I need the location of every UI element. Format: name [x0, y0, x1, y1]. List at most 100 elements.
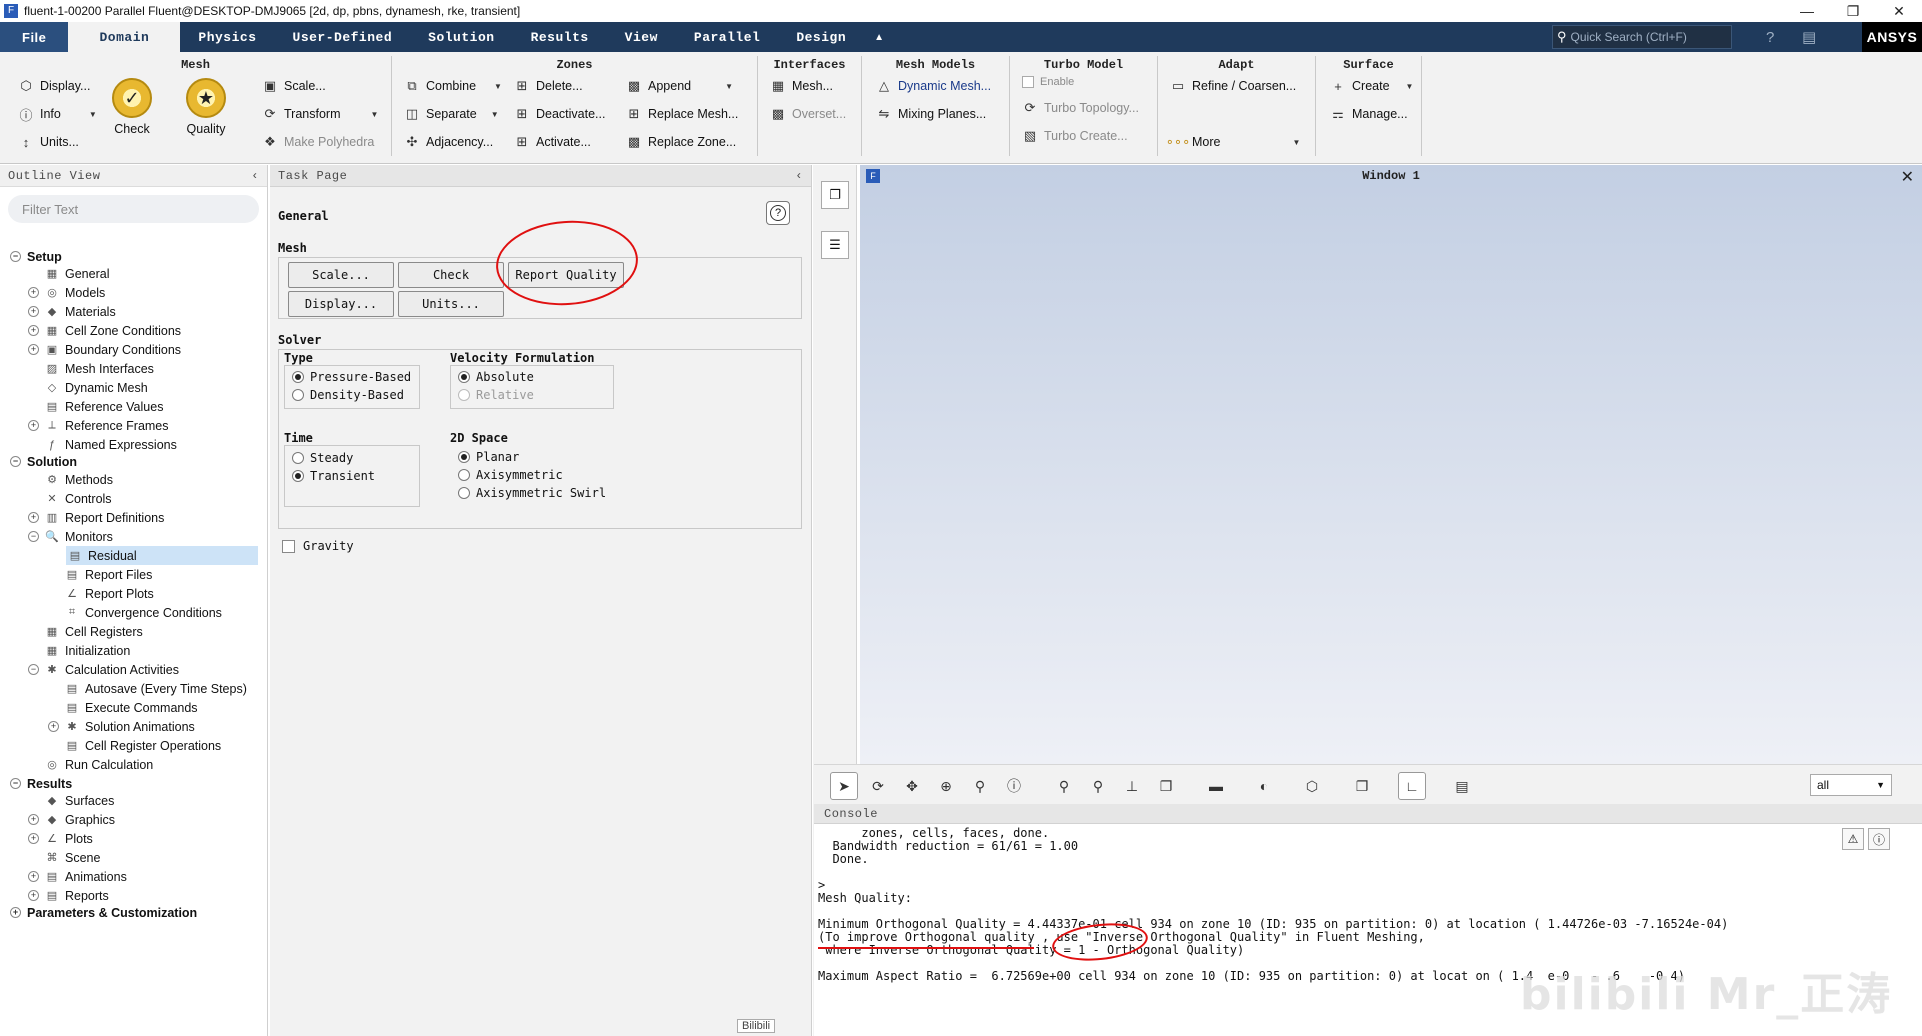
panel-toggle-icon[interactable]: ☰: [821, 231, 849, 259]
steady-radio[interactable]: Steady: [292, 451, 353, 465]
notes-icon[interactable]: ▤: [1448, 772, 1476, 800]
interfaces-overset-button[interactable]: ▩ Overset...: [770, 106, 846, 122]
menu-physics[interactable]: Physics: [180, 22, 274, 52]
light-icon[interactable]: ◐: [1250, 772, 1278, 800]
expand-icon[interactable]: +: [28, 306, 39, 317]
tree-item-animations[interactable]: + ▤ Animations: [0, 867, 127, 886]
tree-item-boundary-conditions[interactable]: + ▣ Boundary Conditions: [0, 340, 181, 359]
expand-icon[interactable]: +: [28, 325, 39, 336]
zones-deactivate-button[interactable]: ⊞ Deactivate...: [514, 106, 606, 122]
mesh-transform-button[interactable]: ⟳ Transform ▼: [262, 106, 379, 122]
tree-item-general[interactable]: ▦ General: [0, 264, 110, 283]
tree-item-cell-register-operations[interactable]: ▤ Cell Register Operations: [0, 736, 221, 755]
collapse-icon[interactable]: −: [10, 456, 21, 467]
tree-item-cell-registers[interactable]: ▦ Cell Registers: [0, 622, 143, 641]
units-button[interactable]: Units...: [398, 291, 504, 317]
refine-coarsen-button[interactable]: ▭ Refine / Coarsen...: [1170, 78, 1296, 94]
filter-text-input[interactable]: Filter Text: [8, 195, 259, 223]
tree-item-initialization[interactable]: ▦ Initialization: [0, 641, 131, 660]
menu-domain[interactable]: Domain: [68, 22, 181, 52]
dynamic-mesh-button[interactable]: △ Dynamic Mesh...: [876, 78, 991, 94]
mesh-units-button[interactable]: ↕ Units...: [18, 134, 79, 150]
tree-item-graphics[interactable]: + ◆ Graphics: [0, 810, 115, 829]
plot-axes-icon[interactable]: ∟: [1398, 772, 1426, 800]
tree-item-autosave-every-time-steps[interactable]: ▤ Autosave (Every Time Steps): [0, 679, 247, 698]
tree-item-report-plots[interactable]: ∠ Report Plots: [0, 584, 154, 603]
tree-item-report-files[interactable]: ▤ Report Files: [0, 565, 153, 584]
zones-separate-button[interactable]: ◫ Separate ▼: [404, 106, 499, 122]
help-button[interactable]: ?: [766, 201, 790, 225]
graphics-window[interactable]: F Window 1 ✕: [860, 165, 1922, 765]
menu-user-defined[interactable]: User-Defined: [275, 22, 411, 52]
tree-item-methods[interactable]: ⚙ Methods: [0, 470, 113, 489]
tree-item-parameters-customization[interactable]: + Parameters & Customization: [0, 903, 197, 922]
collapse-icon[interactable]: −: [10, 778, 21, 789]
expand-icon[interactable]: +: [28, 814, 39, 825]
zoom-to-selection-icon[interactable]: ⚲: [1084, 772, 1112, 800]
collapse-icon[interactable]: −: [28, 531, 39, 542]
mesh-display-button[interactable]: ⬡ Display...: [18, 78, 90, 94]
clipping-icon[interactable]: ▬: [1202, 772, 1230, 800]
zones-replace-mesh-button[interactable]: ⊞ Replace Mesh...: [626, 106, 739, 122]
tree-item-mesh-interfaces[interactable]: ▨ Mesh Interfaces: [0, 359, 154, 378]
view-selector-dropdown[interactable]: all ▼: [1810, 774, 1892, 796]
interfaces-mesh-button[interactable]: ▦ Mesh...: [770, 78, 833, 94]
info-circle-icon[interactable]: ⓘ: [1868, 828, 1890, 850]
axes-icon[interactable]: ⊥: [1118, 772, 1146, 800]
turbo-topology-button[interactable]: ⟳ Turbo Topology...: [1022, 100, 1139, 116]
absolute-radio[interactable]: Absolute: [458, 370, 534, 384]
pointer-icon[interactable]: ➤: [830, 772, 858, 800]
zones-adjacency-button[interactable]: ✣ Adjacency...: [404, 134, 494, 150]
tree-item-run-calculation[interactable]: ◎ Run Calculation: [0, 755, 153, 774]
transient-radio[interactable]: Transient: [292, 469, 375, 483]
pressure-based-radio[interactable]: Pressure-Based: [292, 370, 411, 384]
isometric-view-icon[interactable]: ❐: [1152, 772, 1180, 800]
mesh-info-button[interactable]: ⓘ Info ▼: [18, 106, 96, 123]
zones-activate-button[interactable]: ⊞ Activate...: [514, 134, 591, 150]
expand-icon[interactable]: +: [28, 890, 39, 901]
minimize-button[interactable]: —: [1784, 0, 1830, 22]
menu-parallel[interactable]: Parallel: [676, 22, 778, 52]
cube-view-icon[interactable]: ⬡: [1298, 772, 1326, 800]
expand-icon[interactable]: +: [28, 344, 39, 355]
tree-item-plots[interactable]: + ∠ Plots: [0, 829, 93, 848]
layers-icon[interactable]: ❐: [1348, 772, 1376, 800]
adapt-more-button[interactable]: ∘∘∘ More ▼: [1166, 134, 1301, 150]
surface-manage-button[interactable]: ⚎ Manage...: [1330, 106, 1407, 122]
zones-append-button[interactable]: ▩ Append ▼: [626, 78, 733, 94]
display-button[interactable]: Display...: [288, 291, 394, 317]
tree-item-materials[interactable]: + ◆ Materials: [0, 302, 116, 321]
collapse-panel-icon[interactable]: ‹: [251, 169, 259, 183]
collapse-ribbon-icon[interactable]: ▲: [864, 22, 894, 52]
density-based-radio[interactable]: Density-Based: [292, 388, 404, 402]
tree-item-residual[interactable]: ▤ Residual: [66, 546, 258, 565]
tree-item-surfaces[interactable]: ◆ Surfaces: [0, 791, 115, 810]
menu-solution[interactable]: Solution: [410, 22, 512, 52]
warning-icon[interactable]: ⚠: [1842, 828, 1864, 850]
collapse-icon[interactable]: −: [10, 251, 21, 262]
mesh-quality-button[interactable]: ★ Quality: [186, 78, 226, 136]
axisymmetric-radio[interactable]: Axisymmetric: [458, 468, 563, 482]
zones-replace-zone-button[interactable]: ▩ Replace Zone...: [626, 134, 736, 150]
tree-item-monitors[interactable]: − 🔍 Monitors: [0, 527, 113, 546]
copy-window-icon[interactable]: ❐: [821, 181, 849, 209]
menu-design[interactable]: Design: [778, 22, 864, 52]
close-graphics-window-icon[interactable]: ✕: [1901, 167, 1914, 187]
probe-icon[interactable]: ⓘ: [1000, 772, 1028, 800]
zoom-box-icon[interactable]: ⚲: [966, 772, 994, 800]
expand-icon[interactable]: +: [48, 721, 59, 732]
zones-delete-button[interactable]: ⊞ Delete...: [514, 78, 583, 94]
expand-icon[interactable]: +: [28, 833, 39, 844]
relative-radio[interactable]: Relative: [458, 388, 534, 402]
close-window-button[interactable]: ✕: [1876, 0, 1922, 22]
tree-item-models[interactable]: + ◎ Models: [0, 283, 105, 302]
expand-icon[interactable]: +: [10, 907, 21, 918]
menu-file[interactable]: File: [0, 22, 69, 52]
mesh-check-button[interactable]: ✓ Check: [112, 78, 152, 136]
zones-combine-button[interactable]: ⧉ Combine ▼: [404, 78, 502, 94]
tree-item-dynamic-mesh[interactable]: ◇ Dynamic Mesh: [0, 378, 148, 397]
mixing-planes-button[interactable]: ⇋ Mixing Planes...: [876, 106, 987, 122]
tree-item-reference-frames[interactable]: + ⟂ Reference Frames: [0, 416, 169, 435]
expand-icon[interactable]: +: [28, 512, 39, 523]
expand-icon[interactable]: +: [28, 287, 39, 298]
